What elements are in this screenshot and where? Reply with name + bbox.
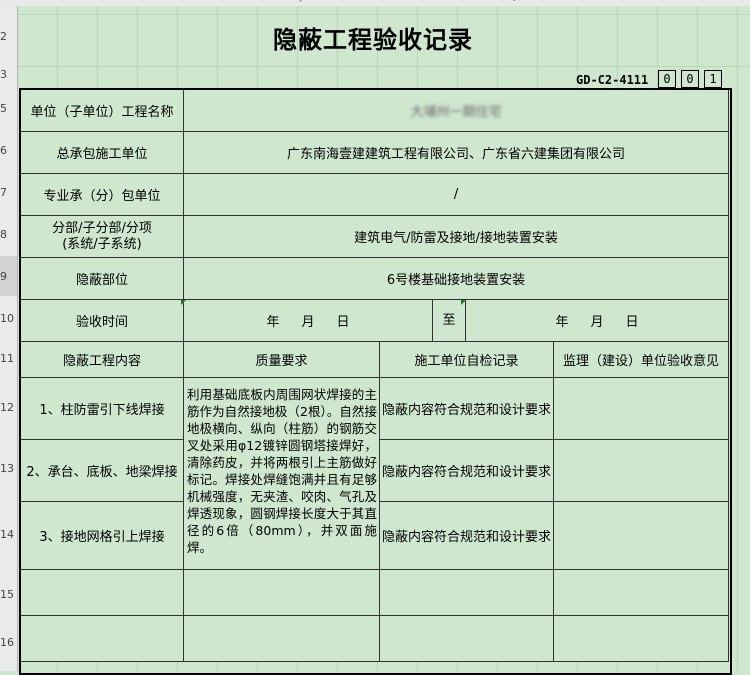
empty-cell[interactable] (183, 615, 380, 662)
general-contractor-label[interactable]: 总承包施工单位 (20, 131, 184, 174)
row-number[interactable]: 8 (0, 228, 17, 241)
empty-cell[interactable] (20, 615, 184, 662)
row-number[interactable]: 10 (0, 312, 17, 325)
unit-project-label[interactable]: 单位（子单位）工程名称 (20, 89, 184, 132)
division-label-cell[interactable]: 分部/子分部/分项 (系统/子系统) (20, 215, 184, 258)
start-date[interactable]: 年 月 日 (184, 311, 432, 330)
date-to-cell[interactable]: 至 (432, 300, 466, 341)
form-code[interactable]: GD-C2-4111 (576, 70, 648, 90)
column-letter[interactable]: C (90, 0, 96, 2)
column-letter[interactable]: L (360, 0, 364, 2)
start-month: 月 (301, 315, 315, 330)
record-table: 单位（子单位）工程名称 大埔州一期住宅 总承包施工单位 广东南海壹建建筑工程有限… (20, 89, 730, 662)
self-check-2[interactable]: 隐蔽内容符合规范和设计要求 (379, 439, 554, 502)
row-number[interactable]: 3 (0, 68, 17, 81)
column-letter[interactable]: W (690, 0, 698, 2)
row-number[interactable]: 14 (0, 528, 17, 541)
self-check-3[interactable]: 隐蔽内容符合规范和设计要求 (379, 501, 554, 570)
row-number[interactable]: 15 (0, 588, 17, 601)
column-letter[interactable]: I (270, 0, 272, 2)
end-date[interactable]: 年 月 日 (466, 311, 728, 330)
column-letter[interactable]: O (450, 0, 456, 2)
empty-cell[interactable] (183, 569, 380, 616)
column-letter[interactable]: D (120, 0, 126, 2)
supervision-3[interactable] (552, 501, 730, 570)
row-number-selected[interactable]: 9 (0, 256, 17, 296)
acceptance-time-cell[interactable]: 年 月 日 至 年 月 日 (182, 299, 730, 342)
division-label-line1: 分部/子分部/分项 (52, 220, 152, 236)
code-box[interactable]: 1 (704, 70, 722, 88)
comment-indicator (181, 300, 186, 305)
empty-cell[interactable] (379, 615, 554, 662)
column-letter[interactable]: Q (510, 0, 516, 2)
column-letter[interactable]: A (30, 0, 35, 2)
worksheet[interactable]: 隐蔽工程验收记录 GD-C2-4111 0 0 1 单位（子单位）工程名称 大埔… (18, 6, 750, 675)
empty-cell[interactable] (379, 569, 554, 616)
unit-project-value: 大埔州一期住宅 (410, 105, 502, 120)
empty-cell[interactable] (552, 615, 730, 662)
column-letter[interactable]: G (210, 0, 216, 2)
form-title[interactable]: 隐蔽工程验收记录 (18, 14, 728, 66)
start-year: 年 (266, 315, 280, 330)
subcontractor-value[interactable]: / (182, 173, 730, 216)
column-letter[interactable]: J (300, 0, 302, 2)
division-value[interactable]: 建筑电气/防雷及接地/接地装置安装 (182, 215, 730, 258)
column-letter[interactable]: B (60, 0, 66, 2)
end-year: 年 (555, 315, 569, 330)
division-label-line2: (系统/子系统) (62, 236, 142, 252)
row-number[interactable]: 13 (0, 462, 17, 475)
row-number[interactable]: 5 (0, 102, 17, 115)
gridline (18, 66, 750, 67)
column-letter[interactable]: T (600, 0, 605, 2)
column-letter[interactable]: S (570, 0, 575, 2)
hidden-part-value[interactable]: 6号楼基础接地装置安装 (182, 257, 730, 300)
row-number[interactable]: 11 (0, 352, 17, 365)
header-self-check[interactable]: 施工单位自检记录 (379, 341, 554, 378)
content-item-2[interactable]: 2、承台、底板、地梁焊接 (20, 439, 184, 502)
column-letter[interactable]: N (420, 0, 426, 2)
header-supervision[interactable]: 监理（建设）单位验收意见 (552, 341, 730, 378)
column-letter[interactable]: V (660, 0, 665, 2)
row-number[interactable]: 16 (0, 636, 17, 649)
column-letter[interactable]: P (480, 0, 485, 2)
empty-cell[interactable] (20, 569, 184, 616)
unit-project-value-cell[interactable]: 大埔州一期住宅 (182, 89, 730, 132)
column-letter[interactable]: X (720, 0, 725, 2)
content-item-1[interactable]: 1、柱防雷引下线焊接 (20, 377, 184, 440)
comment-indicator (461, 300, 466, 305)
column-letter[interactable]: F (180, 0, 185, 2)
row-number[interactable]: 12 (0, 401, 17, 414)
start-day: 日 (336, 315, 350, 330)
header-quality[interactable]: 质量要求 (183, 341, 380, 378)
acceptance-time-label[interactable]: 验收时间 (20, 299, 184, 342)
column-letter[interactable]: K (330, 0, 335, 2)
column-letter[interactable]: E (150, 0, 155, 2)
code-box[interactable]: 0 (681, 70, 699, 88)
end-month: 月 (590, 315, 604, 330)
quality-requirement[interactable]: 利用基础底板内周围网状焊接的主筋作为自然接地极（2根）。自然接地极横向、纵向（柱… (183, 377, 380, 570)
general-contractor-value[interactable]: 广东南海壹建建筑工程有限公司、广东省六建集团有限公司 (182, 131, 730, 174)
supervision-2[interactable] (552, 439, 730, 502)
header-content[interactable]: 隐蔽工程内容 (20, 341, 184, 378)
row-header-bar: 2 3 5 6 7 8 9 10 11 12 13 14 15 16 (0, 6, 18, 671)
column-letter[interactable]: H (240, 0, 246, 2)
column-letter[interactable]: M (390, 0, 397, 2)
content-item-3[interactable]: 3、接地网格引上焊接 (20, 501, 184, 570)
row-number[interactable]: 2 (0, 30, 17, 43)
supervision-1[interactable] (552, 377, 730, 440)
end-day: 日 (625, 315, 639, 330)
column-letter[interactable]: U (630, 0, 636, 2)
self-check-1[interactable]: 隐蔽内容符合规范和设计要求 (379, 377, 554, 440)
date-to: 至 (442, 313, 456, 328)
empty-cell[interactable] (552, 569, 730, 616)
code-box[interactable]: 0 (658, 70, 676, 88)
row-number[interactable]: 7 (0, 186, 17, 199)
hidden-part-label[interactable]: 隐蔽部位 (20, 257, 184, 300)
row-number[interactable]: 6 (0, 144, 17, 157)
subcontractor-label[interactable]: 专业承（分）包单位 (20, 173, 184, 216)
column-letter[interactable]: R (540, 0, 546, 2)
